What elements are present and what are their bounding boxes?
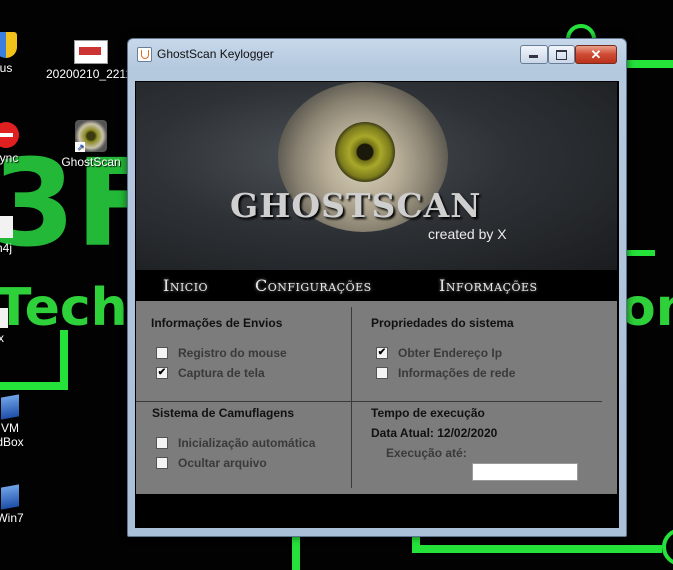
maximize-icon <box>556 50 567 60</box>
desktop-icon-virtualbox[interactable]: VM dBox <box>0 394 30 449</box>
ghostscan-banner: GHOSTSCAN created by X <box>136 82 617 270</box>
checkbox-label: Inicialização automática <box>178 436 316 450</box>
section-title-camuflagens: Sistema de Camuflagens <box>152 406 295 420</box>
brand-subtitle: created by X <box>428 226 507 242</box>
wallpaper-circuit-node <box>662 528 673 566</box>
vertical-divider <box>351 307 352 488</box>
menu-configuracoes[interactable]: Configurações <box>255 276 372 295</box>
horizontal-divider <box>136 401 351 402</box>
file-icon <box>0 216 13 238</box>
java-app-icon[interactable] <box>137 47 152 62</box>
ghostscan-window: GhostScan Keylogger ✕ GHOSTSCAN created … <box>127 38 627 537</box>
checkbox-box[interactable] <box>156 437 168 449</box>
wallpaper-circuit-line <box>292 535 300 570</box>
sync-app-icon <box>0 122 19 148</box>
bottom-strip <box>135 494 619 528</box>
desktop-icon-win7[interactable]: Win7 <box>0 484 30 525</box>
checkbox-inicializacao[interactable]: Inicialização automática <box>156 436 315 450</box>
checkbox-label: Registro do mouse <box>178 346 287 360</box>
section-title-tempo: Tempo de execução <box>371 406 485 420</box>
shield-icon <box>0 32 17 58</box>
desktop-icon-label: VM <box>1 421 19 435</box>
desktop-icon-label: dBox <box>0 435 24 449</box>
desktop-icon-label: us <box>0 61 13 75</box>
checkbox-captura-tela[interactable]: ✔ Captura de tela <box>156 366 265 380</box>
screenshot-file-icon <box>74 40 108 64</box>
close-icon: ✕ <box>590 47 602 62</box>
checkbox-label: Captura de tela <box>178 366 265 380</box>
settings-panel: Informações de Envios Registro do mouse … <box>136 301 617 494</box>
exec-until-input[interactable] <box>472 463 578 481</box>
checkbox-label: Informações de rede <box>398 366 516 380</box>
checkbox-box[interactable] <box>376 367 388 379</box>
maximize-button[interactable] <box>548 45 575 64</box>
eye-iris <box>335 122 395 182</box>
close-button[interactable]: ✕ <box>575 45 617 64</box>
desktop-icon-label: h4j <box>0 241 12 255</box>
current-date: Data Atual: 12/02/2020 <box>371 426 498 440</box>
menu-inicio[interactable]: Inicio <box>163 276 208 295</box>
wallpaper-text-om: om <box>620 278 673 338</box>
window-title: GhostScan Keylogger <box>157 47 274 61</box>
section-title-envios: Informações de Envios <box>151 316 283 330</box>
virtualbox-vm-icon <box>1 484 19 510</box>
desktop-icon-h4j[interactable]: h4j <box>0 216 22 255</box>
minimize-icon <box>529 55 538 58</box>
section-title-propriedades: Propriedades do sistema <box>371 316 514 330</box>
menu-informacoes[interactable]: Informações <box>439 276 538 295</box>
wallpaper-circuit-line <box>0 382 68 390</box>
horizontal-divider <box>352 401 602 402</box>
desktop-icon-label: sync <box>0 151 19 165</box>
checkbox-info-rede[interactable]: Informações de rede <box>376 366 515 380</box>
shortcut-arrow-icon: ↗ <box>75 142 85 152</box>
wallpaper-circuit-line <box>60 330 68 390</box>
title-bar[interactable]: GhostScan Keylogger ✕ <box>128 39 626 69</box>
desktop-icon-label: GhostScan <box>61 155 121 169</box>
checkbox-label: Ocultar arquivo <box>178 456 267 470</box>
desktop-icon-us[interactable]: us <box>0 32 24 75</box>
brand-logo-text: GHOSTSCAN <box>230 186 482 225</box>
checkbox-box[interactable]: ✔ <box>376 347 388 359</box>
desktop-icon-sync[interactable]: sync <box>0 122 26 165</box>
checkbox-registro-mouse[interactable]: Registro do mouse <box>156 346 287 360</box>
desktop-icon-x[interactable]: x <box>0 308 16 345</box>
checkbox-label: Obter Endereço Ip <box>398 346 503 360</box>
desktop-icon-label: x <box>0 331 4 345</box>
minimize-button[interactable] <box>520 45 548 64</box>
checkbox-ocultar-arquivo[interactable]: Ocultar arquivo <box>156 456 267 470</box>
desktop-icon-screenshot[interactable]: 20200210_22111 <box>46 40 138 81</box>
ghostscan-shortcut-icon: ↗ <box>75 120 107 152</box>
checkbox-box[interactable]: ✔ <box>156 367 168 379</box>
desktop-icon-ghostscan[interactable]: ↗ GhostScan <box>58 120 124 169</box>
desktop-icon-label: Win7 <box>0 511 24 525</box>
menu-bar: Inicio Configurações Informações <box>135 270 619 300</box>
checkbox-box[interactable] <box>156 347 168 359</box>
desktop-icon-label: 20200210_22111 <box>46 67 138 81</box>
window-content: GHOSTSCAN created by X Inicio Configuraç… <box>135 81 619 528</box>
checkbox-obter-ip[interactable]: ✔ Obter Endereço Ip <box>376 346 502 360</box>
wallpaper-circuit-line <box>625 60 673 68</box>
file-icon <box>0 308 8 328</box>
checkbox-box[interactable] <box>156 457 168 469</box>
wallpaper-circuit-line <box>412 545 662 553</box>
virtualbox-icon <box>1 394 19 420</box>
wallpaper-circuit-line <box>625 250 655 256</box>
exec-until-label: Execução até: <box>386 446 467 460</box>
